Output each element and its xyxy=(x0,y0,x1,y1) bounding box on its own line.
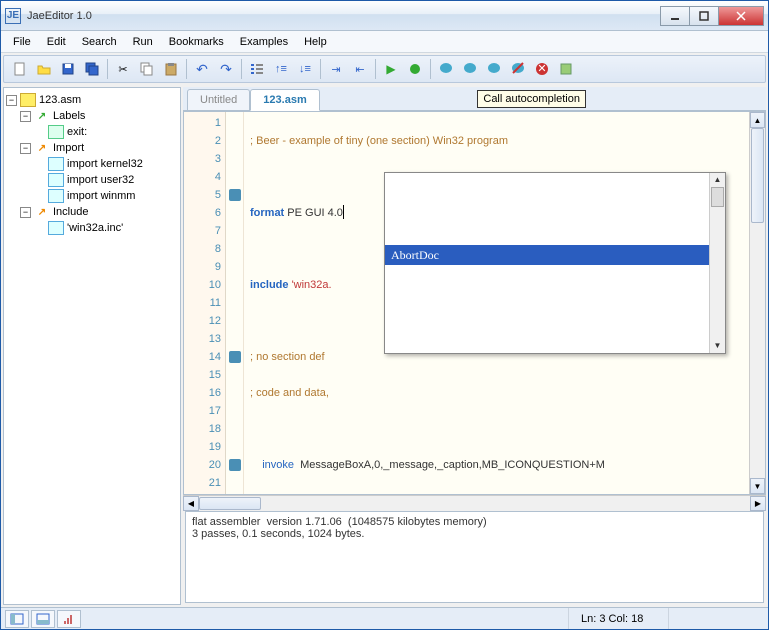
status-panel3-icon[interactable] xyxy=(57,610,81,628)
comment-del-icon[interactable] xyxy=(507,58,529,80)
open-file-icon[interactable] xyxy=(33,58,55,80)
tree-import-item[interactable]: import kernel32 xyxy=(67,158,143,170)
status-position: Ln: 3 Col: 18 xyxy=(568,608,668,629)
close-button[interactable] xyxy=(718,6,764,26)
menu-examples[interactable]: Examples xyxy=(232,33,296,51)
project-tree[interactable]: −123.asm −↗Labels exit: −↗Import import … xyxy=(3,87,181,605)
code-content[interactable]: ; Beer - example of tiny (one section) W… xyxy=(244,112,749,494)
paste-icon[interactable] xyxy=(160,58,182,80)
editor-tabs: Untitled 123.asm Call autocompletion xyxy=(183,87,766,111)
tree-collapse-icon[interactable]: − xyxy=(20,111,31,122)
app-title: JaeEditor 1.0 xyxy=(27,10,661,22)
menu-file[interactable]: File xyxy=(5,33,39,51)
scroll-up-icon[interactable]: ▲ xyxy=(710,173,725,187)
toolbar: ✂ ↶ ↷ ↑≡ ↓≡ ⇥ ⇤ ▶ ✕ xyxy=(3,55,766,83)
maximize-button[interactable] xyxy=(689,6,719,26)
import-icon: ↗ xyxy=(34,141,50,155)
tree-collapse-icon[interactable]: − xyxy=(20,143,31,154)
status-empty xyxy=(668,608,768,629)
tree-root[interactable]: 123.asm xyxy=(39,94,81,106)
indent-icon[interactable]: ⇥ xyxy=(325,58,347,80)
scroll-left-icon[interactable]: ◀ xyxy=(183,496,199,511)
fold-gutter xyxy=(226,112,244,494)
import-item-icon xyxy=(48,173,64,187)
editor-vscrollbar[interactable]: ▲▼ xyxy=(749,112,765,494)
scissors-icon: ✂ xyxy=(118,63,127,76)
svg-text:✕: ✕ xyxy=(537,63,546,75)
tree-collapse-icon[interactable]: − xyxy=(6,95,17,106)
titlebar[interactable]: JE JaeEditor 1.0 xyxy=(1,1,768,31)
scroll-thumb[interactable] xyxy=(199,497,261,510)
menu-run[interactable]: Run xyxy=(125,33,161,51)
next-bookmark-icon[interactable]: ↓≡ xyxy=(294,58,316,80)
fold-marker-icon[interactable] xyxy=(229,189,241,201)
text-caret xyxy=(343,205,344,219)
editor-hscrollbar[interactable]: ◀▶ xyxy=(183,495,766,511)
import-item-icon xyxy=(48,189,64,203)
tree-label-item[interactable]: exit: xyxy=(67,126,87,138)
code-editor[interactable]: 123456789101112131415161718192021 ; Beer… xyxy=(183,111,766,495)
scroll-thumb[interactable] xyxy=(711,187,724,207)
status-panel2-icon[interactable] xyxy=(31,610,55,628)
tree-labels[interactable]: Labels xyxy=(53,110,85,122)
output-console[interactable]: flat assembler version 1.71.06 (1048575 … xyxy=(185,511,764,603)
save-icon[interactable] xyxy=(57,58,79,80)
menu-help[interactable]: Help xyxy=(296,33,335,51)
menu-search[interactable]: Search xyxy=(74,33,125,51)
fold-marker-icon[interactable] xyxy=(229,351,241,363)
debug-icon[interactable] xyxy=(404,58,426,80)
statusbar: Ln: 3 Col: 18 xyxy=(1,607,768,629)
fold-marker-icon[interactable] xyxy=(229,459,241,471)
import-item-icon xyxy=(48,157,64,171)
status-panel1-icon[interactable] xyxy=(5,610,29,628)
app-window: JE JaeEditor 1.0 File Edit Search Run Bo… xyxy=(0,0,769,630)
minimize-button[interactable] xyxy=(660,6,690,26)
include-icon: ↗ xyxy=(34,205,50,219)
save-all-icon[interactable] xyxy=(81,58,103,80)
menubar: File Edit Search Run Bookmarks Examples … xyxy=(1,31,768,53)
comment1-icon[interactable] xyxy=(435,58,457,80)
cut-icon[interactable]: ✂ xyxy=(112,58,134,80)
autocomplete-scrollbar[interactable]: ▲▼ xyxy=(709,173,725,353)
menu-edit[interactable]: Edit xyxy=(39,33,74,51)
tree-import-item[interactable]: import winmm xyxy=(67,190,135,202)
autocomplete-popup[interactable]: AbortDoc AbortPath AbortPrinter AbortSys… xyxy=(384,172,726,354)
tree-collapse-icon[interactable]: − xyxy=(20,207,31,218)
outdent-icon[interactable]: ⇤ xyxy=(349,58,371,80)
tree-include-item[interactable]: 'win32a.inc' xyxy=(67,222,123,234)
redo-icon[interactable]: ↷ xyxy=(215,58,237,80)
scroll-right-icon[interactable]: ▶ xyxy=(750,496,766,511)
autocomplete-tooltip: Call autocompletion xyxy=(477,90,586,108)
tab-active[interactable]: 123.asm xyxy=(250,89,319,111)
options-icon[interactable] xyxy=(555,58,577,80)
autocomplete-item[interactable]: AbortDoc xyxy=(385,245,725,265)
scroll-down-icon[interactable]: ▼ xyxy=(710,339,725,353)
asm-file-icon xyxy=(20,93,36,107)
tree-import[interactable]: Import xyxy=(53,142,84,154)
include-item-icon xyxy=(48,221,64,235)
comment3-icon[interactable] xyxy=(483,58,505,80)
comment2-icon[interactable] xyxy=(459,58,481,80)
labels-icon: ↗ xyxy=(34,109,50,123)
menu-bookmarks[interactable]: Bookmarks xyxy=(161,33,232,51)
run-icon[interactable]: ▶ xyxy=(380,58,402,80)
tree-import-item[interactable]: import user32 xyxy=(67,174,134,186)
scroll-down-icon[interactable]: ▼ xyxy=(750,478,765,494)
scroll-thumb[interactable] xyxy=(751,128,764,223)
app-icon: JE xyxy=(5,8,21,24)
line-numbers: 123456789101112131415161718192021 xyxy=(184,112,226,494)
copy-icon[interactable] xyxy=(136,58,158,80)
scroll-up-icon[interactable]: ▲ xyxy=(750,112,765,128)
undo-icon[interactable]: ↶ xyxy=(191,58,213,80)
tab-untitled[interactable]: Untitled xyxy=(187,89,250,110)
label-item-icon xyxy=(48,125,64,139)
prev-bookmark-icon[interactable]: ↑≡ xyxy=(270,58,292,80)
tree-include[interactable]: Include xyxy=(53,206,88,218)
new-file-icon[interactable] xyxy=(9,58,31,80)
bookmark-list-icon[interactable] xyxy=(246,58,268,80)
error-icon[interactable]: ✕ xyxy=(531,58,553,80)
